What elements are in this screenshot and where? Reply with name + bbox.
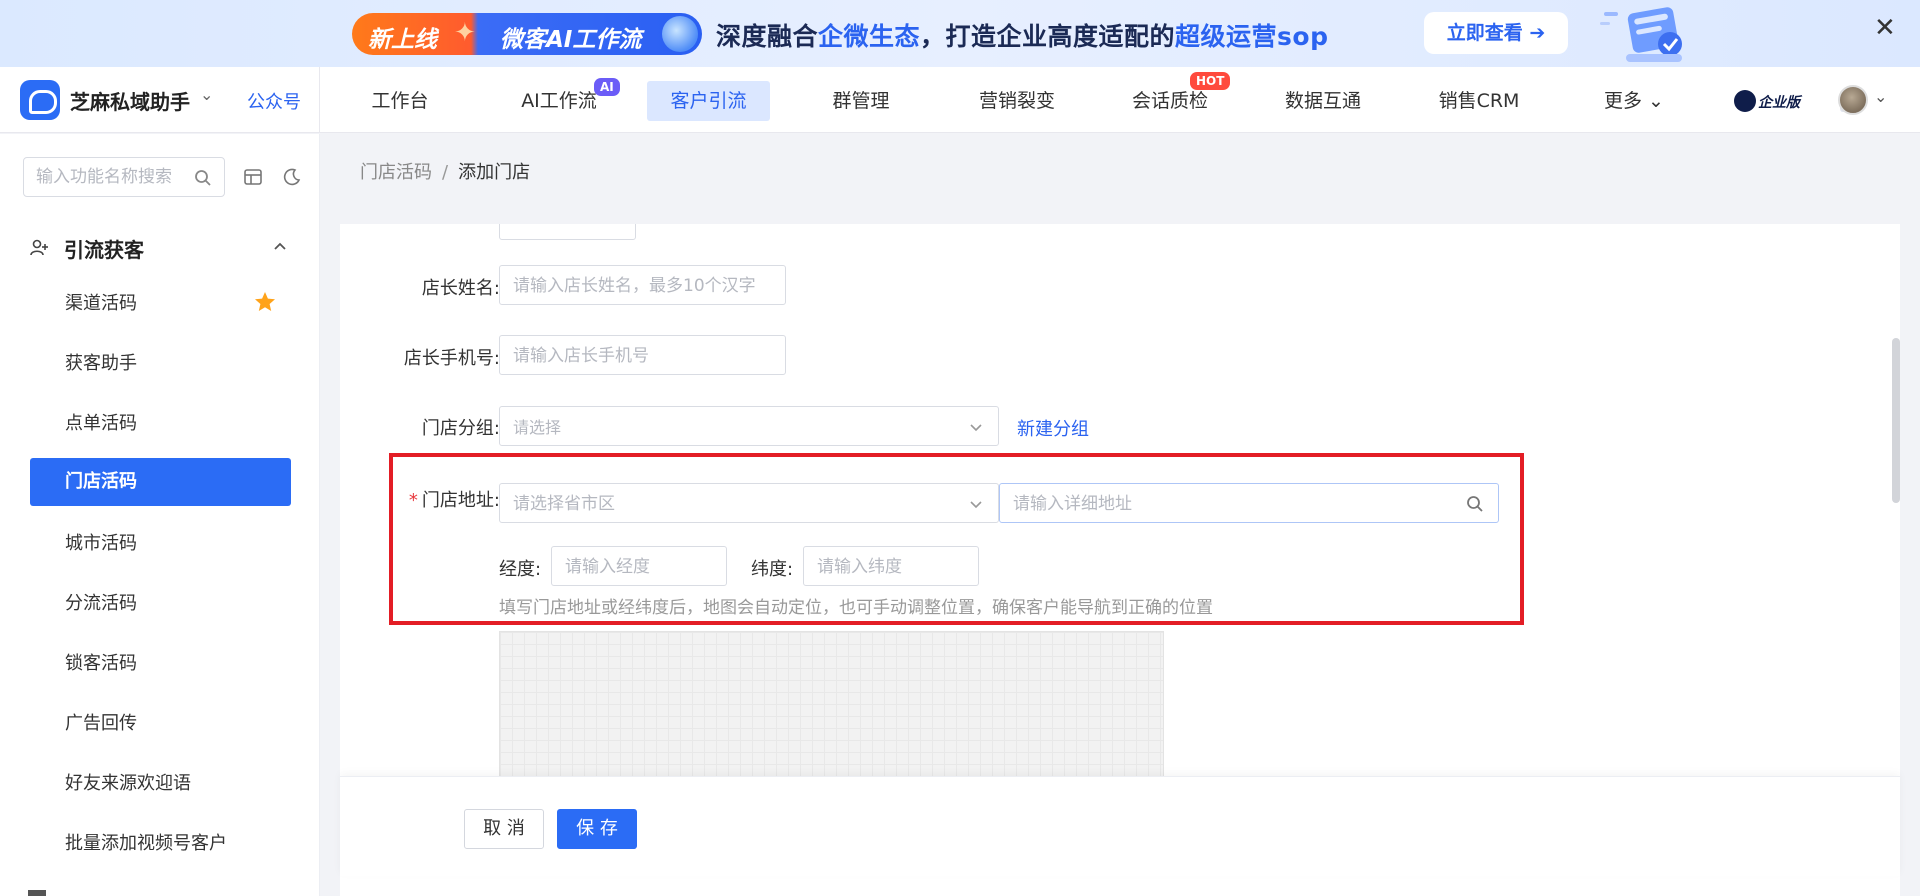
sidebar-item-order-code[interactable]: 点单活码 <box>30 400 291 448</box>
promo-pill: 新上线 ✦ 微客AI工作流 <box>352 13 702 55</box>
promo-text-pre: 深度融合 <box>716 22 819 51</box>
function-search-box[interactable] <box>23 157 225 197</box>
sidebar-item-friend-source-welcome[interactable]: 好友来源欢迎语 <box>30 760 291 808</box>
form-footer: 取 消 保 存 <box>340 776 1900 876</box>
store-group-select-input[interactable] <box>513 415 985 439</box>
banner-close-icon[interactable]: ✕ <box>1874 12 1896 44</box>
manager-phone-field[interactable] <box>499 335 786 375</box>
dark-mode-moon-icon[interactable] <box>282 167 302 187</box>
sidebar-item-city-code[interactable]: 城市活码 <box>30 520 291 568</box>
user-add-icon <box>30 239 48 256</box>
content-scrollbar[interactable] <box>1892 338 1900 503</box>
breadcrumb-current: 添加门店 <box>458 162 531 183</box>
promo-ai-flow-label: 微客AI工作流 <box>500 27 642 53</box>
search-icon[interactable] <box>194 169 212 187</box>
nav-item-group-management[interactable]: 群管理 <box>822 81 900 121</box>
nav-item-more[interactable]: 更多 ⌄ <box>1594 81 1674 121</box>
star-icon[interactable] <box>253 290 277 314</box>
manager-name-input[interactable] <box>513 274 772 298</box>
sidebar-item-lock-code[interactable]: 锁客活码 <box>30 640 291 688</box>
location-map[interactable] <box>499 631 1164 781</box>
sidebar-item-batch-add-video-customers[interactable]: 批量添加视频号客户 <box>30 820 291 868</box>
sidebar-item-channel-code[interactable]: 渠道活码 <box>30 280 291 328</box>
manager-phone-label: 店长手机号: <box>403 348 500 369</box>
user-avatar[interactable] <box>1838 85 1868 115</box>
nav-item-ai-workflow-label: AI工作流 <box>521 90 597 112</box>
chevron-up-icon[interactable] <box>273 240 287 254</box>
breadcrumb-separator: / <box>442 162 449 183</box>
sparkle-icon: ✦ <box>454 18 476 48</box>
app-logo-icon <box>20 80 60 120</box>
orb-icon <box>662 16 698 52</box>
sidebar-item-acquisition-assistant[interactable]: 获客助手 <box>30 340 291 388</box>
promo-text-mid: ，打造企业高度适配的 <box>920 22 1176 51</box>
ai-badge: AI <box>594 78 620 96</box>
enterprise-logo-icon <box>1734 90 1756 112</box>
manager-name-field[interactable] <box>499 265 786 305</box>
promo-view-now-button[interactable]: 立即查看 ➔ <box>1424 12 1568 54</box>
chevron-down-icon <box>970 424 982 432</box>
layout-icon[interactable] <box>243 167 263 187</box>
save-button[interactable]: 保 存 <box>557 809 637 849</box>
cancel-button[interactable]: 取 消 <box>464 809 544 849</box>
enterprise-edition-label: 企业版 <box>1758 95 1800 111</box>
address-highlight-box <box>389 453 1524 625</box>
user-menu-caret-icon[interactable]: ⌄ <box>1874 87 1887 106</box>
breadcrumb-parent-link[interactable]: 门店活码 <box>360 162 432 183</box>
top-navigation: 芝麻私域助手 ⌄ 公众号 工作台 AI工作流 AI 客户引流 群管理 营销裂变 … <box>0 67 1920 133</box>
nav-item-workbench[interactable]: 工作台 <box>361 81 439 121</box>
sidebar-group-lead-acquisition[interactable]: 引流获客 <box>30 227 290 267</box>
promo-text-highlight-1: 企微生态 <box>818 22 921 51</box>
promo-banner[interactable]: 新上线 ✦ 微客AI工作流 深度融合企微生态，打造企业高度适配的超级运营sop … <box>0 0 1920 67</box>
public-account-link[interactable]: 公众号 <box>247 88 301 114</box>
nav-item-sales-crm[interactable]: 销售CRM <box>1424 81 1534 121</box>
nav-item-marketing-fission[interactable]: 营销裂变 <box>967 81 1067 121</box>
store-group-label: 门店分组: <box>421 418 500 439</box>
sidebar-item-ad-callback[interactable]: 广告回传 <box>30 700 291 748</box>
promo-text: 深度融合企微生态，打造企业高度适配的超级运营sop <box>716 17 1329 53</box>
nav-item-data-interop[interactable]: 数据互通 <box>1273 81 1373 121</box>
manager-phone-input[interactable] <box>513 344 772 368</box>
sidebar-group-label: 引流获客 <box>64 238 144 262</box>
brand-switch-caret-icon[interactable]: ⌄ <box>200 85 213 104</box>
store-group-select[interactable] <box>499 406 999 446</box>
promo-new-label: 新上线 <box>368 27 437 53</box>
brand-name[interactable]: 芝麻私域助手 <box>70 86 190 115</box>
manager-name-label: 店长姓名: <box>421 278 500 299</box>
breadcrumb: 门店活码 / 添加门店 <box>360 158 530 184</box>
previous-field-input[interactable] <box>499 224 636 240</box>
brand-area: 芝麻私域助手 ⌄ 公众号 <box>0 67 320 133</box>
function-search-input[interactable] <box>36 165 186 189</box>
sidebar: 引流获客 渠道活码 获客助手 点单活码 门店活码 城市活码 分流活码 锁客活码 … <box>0 134 320 896</box>
nav-item-customer-acquisition[interactable]: 客户引流 <box>647 81 770 121</box>
promo-illustration-icon <box>1600 7 1682 62</box>
new-group-link[interactable]: 新建分组 <box>1017 415 1089 441</box>
promo-text-highlight-2: 超级运营sop <box>1175 22 1329 51</box>
hot-badge: HOT <box>1190 72 1231 90</box>
sidebar-item-store-code[interactable]: 门店活码 <box>30 458 291 506</box>
sidebar-item-split-code[interactable]: 分流活码 <box>30 580 291 628</box>
next-group-icon <box>28 890 46 896</box>
